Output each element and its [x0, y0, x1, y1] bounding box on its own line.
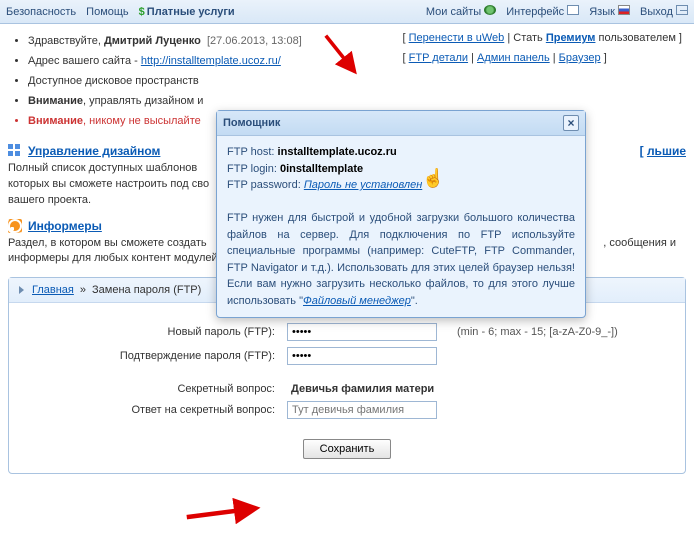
menu-paid-services[interactable]: $Платные услуги: [139, 6, 235, 18]
password-hint: (min - 6; max - 15; [a-zA-Z0-9_-]): [457, 326, 618, 338]
flag-ru-icon: [618, 5, 630, 15]
disk-space-line: Доступное дисковое пространств: [28, 74, 302, 90]
site-url-link[interactable]: http://installtemplate.ucoz.ru/: [141, 55, 281, 67]
logout-icon: [676, 5, 688, 15]
design-management-link[interactable]: Управление дизайном: [28, 144, 160, 158]
new-password-label: Новый пароль (FTP):: [27, 326, 287, 338]
header-action-links: [ Перенести в uWeb | Стать Премиум польз…: [403, 32, 682, 64]
secret-question-value: Девичья фамилия матери: [287, 383, 434, 395]
confirm-password-label: Подтверждение пароля (FTP):: [27, 350, 287, 362]
design-section-text: Полный список доступных шаблонов которых…: [8, 161, 218, 209]
secret-question-label: Секретный вопрос:: [27, 383, 287, 395]
premium-link[interactable]: Премиум: [546, 32, 596, 44]
interface-icon: [567, 5, 579, 15]
dollar-icon: $: [139, 6, 145, 18]
chevron-right-icon: [19, 286, 24, 294]
menu-help[interactable]: Помощь: [86, 6, 129, 18]
menu-security[interactable]: Безопасность: [6, 6, 76, 18]
warning-design-line: Внимание, управлять дизайном и: [28, 94, 302, 110]
confirm-password-input[interactable]: [287, 347, 437, 365]
new-password-row: Новый пароль (FTP): (min - 6; max - 15; …: [27, 323, 667, 341]
secret-answer-row: Ответ на секретный вопрос:: [27, 401, 667, 419]
save-button[interactable]: Сохранить: [303, 439, 392, 459]
menu-interface[interactable]: Интерфейс: [506, 5, 579, 18]
popup-title: Помощник: [223, 117, 280, 129]
globe-icon: [484, 5, 496, 15]
greeting-line: Здравствуйте, Дмитрий Луценко [27.06.201…: [28, 34, 302, 50]
menu-language[interactable]: Язык: [589, 5, 630, 18]
secret-answer-input[interactable]: [287, 401, 437, 419]
assistant-popup: Помощник × FTP host: installtemplate.uco…: [216, 110, 586, 318]
popup-close-button[interactable]: ×: [563, 115, 579, 131]
grid-icon: [8, 144, 22, 158]
secret-answer-label: Ответ на секретный вопрос:: [27, 404, 287, 416]
ftp-host-value: installtemplate.ucoz.ru: [278, 146, 397, 158]
close-icon: ×: [567, 117, 574, 129]
transfer-uweb-link[interactable]: Перенести в uWeb: [409, 32, 505, 44]
rss-icon: [8, 219, 22, 233]
top-menu-bar: Безопасность Помощь $Платные услуги Мои …: [0, 0, 694, 24]
ftp-login-value: 0installtemplate: [280, 163, 363, 175]
breadcrumb-home[interactable]: Главная: [32, 284, 74, 296]
secret-question-row: Секретный вопрос: Девичья фамилия матери: [27, 383, 667, 395]
confirm-password-row: Подтверждение пароля (FTP):: [27, 347, 667, 365]
menu-my-sites[interactable]: Мои сайты: [426, 5, 496, 18]
site-address-line: Адрес вашего сайта - http://installtempl…: [28, 54, 302, 70]
breadcrumb-current: Замена пароля (FTP): [92, 284, 201, 296]
browser-link[interactable]: Браузер: [559, 52, 601, 64]
ftp-details-link[interactable]: FTP детали: [409, 52, 468, 64]
menu-logout[interactable]: Выход: [640, 5, 688, 18]
file-manager-link[interactable]: Файловый менеджер: [303, 295, 411, 307]
ftp-password-link[interactable]: Пароль не установлен: [304, 179, 422, 191]
popup-body: FTP host: installtemplate.ucoz.ru FTP lo…: [217, 136, 585, 317]
red-arrow-save-icon: [185, 490, 265, 530]
informers-link[interactable]: Информеры: [28, 219, 102, 233]
admin-panel-link[interactable]: Админ панель: [477, 52, 550, 64]
more-link[interactable]: льшие: [647, 144, 686, 158]
new-password-input[interactable]: [287, 323, 437, 341]
